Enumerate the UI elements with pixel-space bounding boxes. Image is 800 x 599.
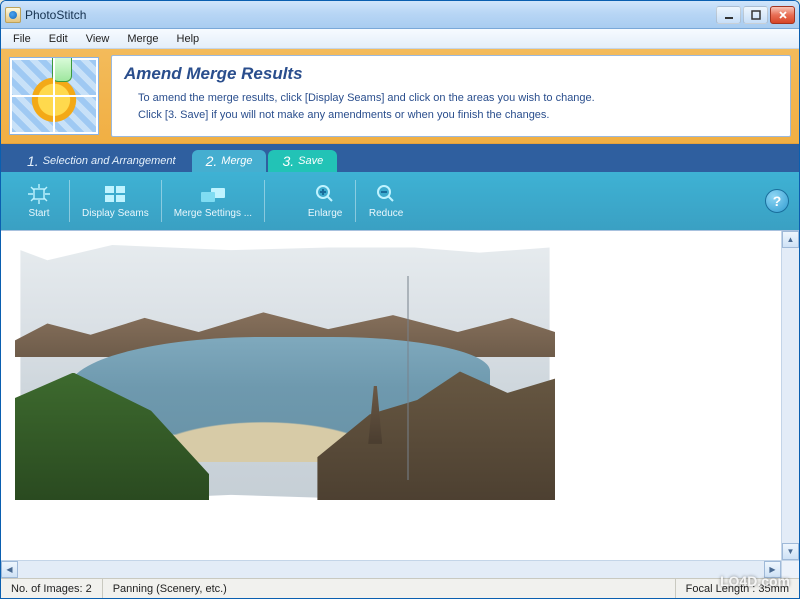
menu-merge[interactable]: Merge — [119, 31, 166, 47]
seams-icon — [103, 183, 127, 205]
scroll-down-button[interactable]: ▼ — [782, 543, 799, 560]
enlarge-button[interactable]: Enlarge — [297, 179, 353, 223]
reduce-button[interactable]: Reduce — [358, 179, 414, 223]
horizontal-scrollbar[interactable]: ◀ ▶ — [1, 560, 781, 578]
zoom-in-icon — [313, 183, 337, 205]
status-image-count: No. of Images: 2 — [1, 579, 103, 598]
step-tabs: 1. Selection and Arrangement 2. Merge 3.… — [1, 144, 799, 172]
start-label: Start — [28, 208, 49, 219]
info-line-1: To amend the merge results, click [Displ… — [138, 90, 778, 107]
window-title: PhotoStitch — [25, 8, 716, 22]
close-icon — [778, 10, 788, 20]
app-icon — [5, 7, 21, 23]
vertical-scrollbar[interactable]: ▲ ▼ — [781, 231, 799, 560]
tab-selection-arrangement[interactable]: 1. Selection and Arrangement — [13, 150, 190, 172]
start-button[interactable]: Start — [11, 179, 67, 223]
canvas[interactable] — [1, 231, 781, 560]
menu-file[interactable]: File — [5, 31, 39, 47]
info-heading: Amend Merge Results — [124, 64, 778, 84]
titlebar[interactable]: PhotoStitch — [1, 1, 799, 29]
info-text-box: Amend Merge Results To amend the merge r… — [111, 55, 791, 137]
menu-edit[interactable]: Edit — [41, 31, 76, 47]
status-mode: Panning (Scenery, etc.) — [103, 579, 676, 598]
panorama-preview — [15, 245, 555, 500]
pano-seam — [407, 276, 409, 480]
close-button[interactable] — [770, 6, 795, 24]
menubar: File Edit View Merge Help — [1, 29, 799, 49]
scroll-left-button[interactable]: ◀ — [1, 561, 18, 578]
display-seams-button[interactable]: Display Seams — [72, 179, 159, 223]
minimize-icon — [724, 10, 734, 20]
statusbar: No. of Images: 2 Panning (Scenery, etc.)… — [1, 578, 799, 598]
start-icon — [27, 183, 51, 205]
info-illustration — [9, 57, 99, 135]
reduce-label: Reduce — [369, 208, 403, 219]
info-panel: Amend Merge Results To amend the merge r… — [1, 49, 799, 144]
status-focal-length: Focal Length : 35mm — [676, 579, 799, 598]
tab-save[interactable]: 3. Save — [268, 150, 337, 172]
scroll-track[interactable] — [18, 561, 764, 578]
tab-number: 3. — [282, 153, 294, 169]
tab-label: Merge — [221, 155, 252, 167]
enlarge-label: Enlarge — [308, 208, 342, 219]
toolbar-separator — [161, 180, 162, 222]
cursor-icon — [52, 58, 72, 82]
toolbar-separator — [264, 180, 265, 222]
app-window: PhotoStitch File Edit View Merge Help Am… — [0, 0, 800, 599]
merge-settings-button[interactable]: Merge Settings ... — [164, 179, 262, 223]
content-area: ▲ ▼ — [1, 230, 799, 560]
zoom-out-icon — [374, 183, 398, 205]
help-button[interactable]: ? — [765, 189, 789, 213]
info-line-2: Click [3. Save] if you will not make any… — [138, 107, 778, 124]
maximize-icon — [751, 10, 761, 20]
settings-icon — [201, 183, 225, 205]
menu-view[interactable]: View — [78, 31, 118, 47]
menu-help[interactable]: Help — [169, 31, 208, 47]
window-buttons — [716, 6, 795, 24]
toolbar-separator — [69, 180, 70, 222]
scroll-track[interactable] — [782, 248, 799, 543]
scroll-corner — [781, 560, 799, 578]
tab-label: Selection and Arrangement — [43, 155, 176, 167]
display-seams-label: Display Seams — [82, 208, 149, 219]
scroll-right-button[interactable]: ▶ — [764, 561, 781, 578]
minimize-button[interactable] — [716, 6, 741, 24]
tab-merge[interactable]: 2. Merge — [192, 150, 267, 172]
merge-settings-label: Merge Settings ... — [174, 208, 252, 219]
tab-number: 2. — [206, 153, 218, 169]
scroll-up-button[interactable]: ▲ — [782, 231, 799, 248]
toolbar-separator — [355, 180, 356, 222]
help-icon: ? — [773, 193, 782, 209]
tab-number: 1. — [27, 153, 39, 169]
tab-label: Save — [298, 155, 323, 167]
maximize-button[interactable] — [743, 6, 768, 24]
toolbar: Start Display Seams Merge Settings ... E… — [1, 172, 799, 230]
